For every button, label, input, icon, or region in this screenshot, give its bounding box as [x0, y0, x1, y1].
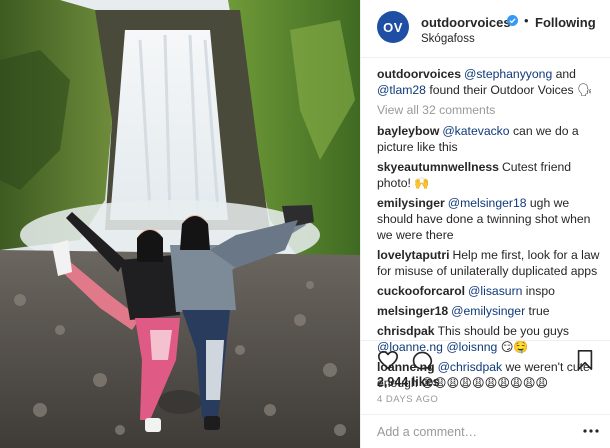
comment-username[interactable]: bayleybow — [377, 124, 439, 138]
add-comment-input[interactable] — [377, 423, 567, 441]
post-sidebar: OV outdoorvoices • Following Skógafoss o… — [360, 0, 610, 448]
comment-username[interactable]: emilysinger — [377, 196, 445, 210]
comment: emilysinger @melsinger18 ugh we should ha… — [377, 196, 591, 242]
comment: cuckooforcarol @lisasurn inspo — [377, 284, 555, 298]
comment-username[interactable]: skyeautumnwellness — [377, 160, 499, 174]
avatar[interactable]: OV — [377, 11, 409, 43]
post-date[interactable]: 4 DAYS AGO — [377, 394, 438, 405]
action-bar — [361, 340, 610, 380]
location-link[interactable]: Skógafoss — [421, 33, 475, 45]
bookmark-icon[interactable] — [576, 349, 594, 371]
verified-badge-icon — [507, 15, 518, 26]
mention-link[interactable]: @emilysinger — [451, 304, 525, 318]
more-options-icon[interactable] — [583, 427, 599, 435]
comment: lovelytaputri Help me first, look for a l… — [377, 248, 600, 278]
post-header: OV outdoorvoices • Following Skógafoss — [361, 0, 610, 58]
waterfall-scene — [0, 0, 360, 448]
post-photo[interactable] — [0, 0, 360, 448]
comment: bayleybow @katevacko can we do a picture … — [377, 124, 579, 154]
comment: skyeautumnwellness Cutest friend photo! 🙌 — [377, 160, 572, 190]
view-all-comments-link[interactable]: View all 32 comments — [377, 102, 607, 118]
heart-icon[interactable] — [377, 349, 399, 371]
mention-link[interactable]: @katevacko — [442, 124, 509, 138]
mention-link[interactable]: @stephanyyong — [464, 67, 552, 81]
following-button[interactable]: Following — [535, 15, 596, 30]
comment-username[interactable]: cuckooforcarol — [377, 284, 465, 298]
mention-link[interactable]: @tlam28 — [377, 83, 426, 97]
username-link[interactable]: outdoorvoices — [421, 15, 511, 30]
mention-link[interactable]: @melsinger18 — [448, 196, 527, 210]
comment-username[interactable]: melsinger18 — [377, 304, 448, 318]
comment: melsinger18 @emilysinger true — [377, 304, 550, 318]
comment-icon[interactable] — [411, 349, 433, 371]
comment-username[interactable]: chrisdpak — [377, 324, 435, 338]
add-comment-bar — [361, 414, 610, 448]
likes-count[interactable]: 2,944 likes — [377, 375, 440, 389]
mention-link[interactable]: @lisasurn — [468, 284, 522, 298]
separator-dot: • — [524, 13, 529, 28]
caption-username[interactable]: outdoorvoices — [377, 67, 461, 81]
comment-username[interactable]: lovelytaputri — [377, 248, 449, 262]
caption: outdoorvoices @stephanyyong and @tlam28 f… — [377, 67, 593, 97]
